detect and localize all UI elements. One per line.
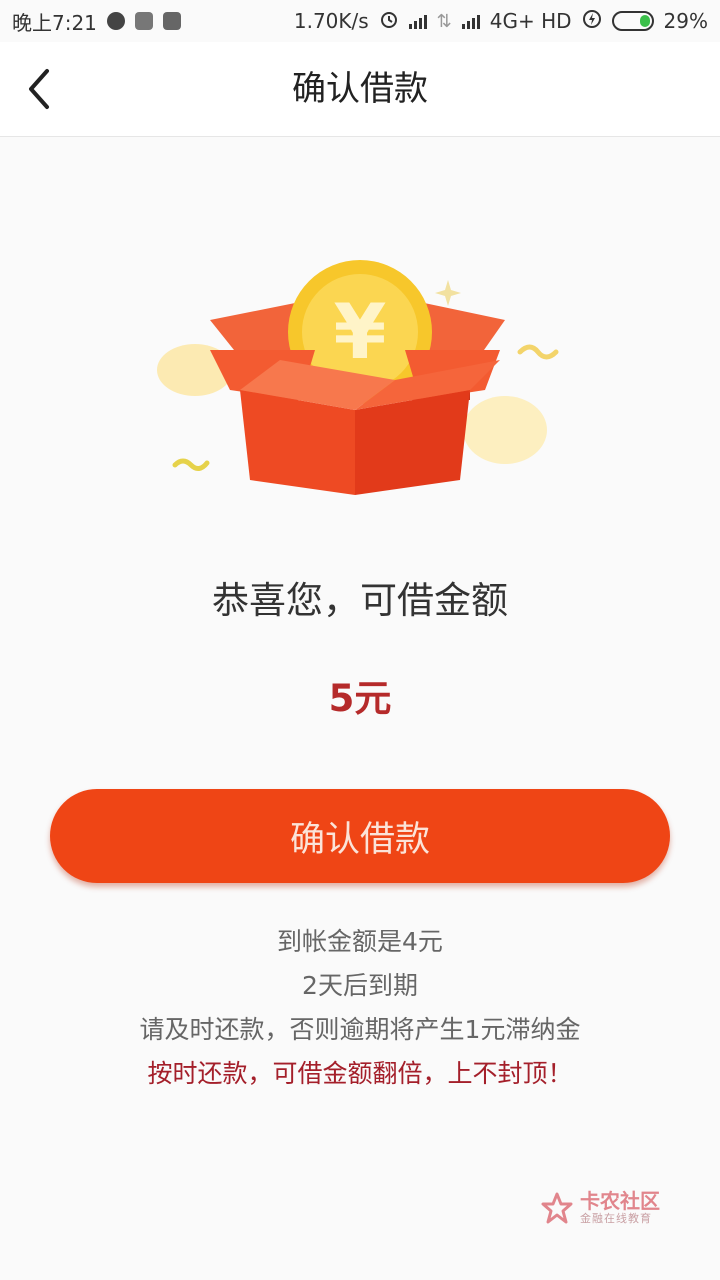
- gift-box-illustration: ¥: [140, 240, 580, 540]
- status-time: 晚上7:21: [12, 10, 97, 35]
- confirm-loan-button[interactable]: 确认借款: [50, 789, 670, 883]
- wechat-notification-icon: [134, 12, 153, 30]
- navigation-bar: 确认借款: [0, 42, 720, 137]
- charging-icon: [582, 9, 602, 34]
- watermark-sub: 金融在线教育: [580, 1212, 652, 1225]
- loan-amount: 5元: [328, 677, 392, 720]
- watermark-texts: 卡农社区 金融在线教育: [580, 1190, 660, 1226]
- watermark: 卡农社区 金融在线教育: [540, 1190, 660, 1226]
- kanong-logo-icon: [541, 1192, 573, 1224]
- status-right: 1.70K/s ⇅ 4G+ HD 29%: [294, 9, 708, 34]
- page-title: 确认借款: [292, 69, 428, 109]
- due-date-text: 2天后到期: [302, 971, 418, 1000]
- data-transfer-icon: ⇅: [436, 10, 452, 32]
- network-type: 4G+ HD: [489, 9, 572, 33]
- congrats-text: 恭喜您，可借金额: [212, 579, 508, 622]
- gift-box-image: ¥: [157, 260, 559, 495]
- alarm-icon: [379, 9, 399, 34]
- arrival-amount-text: 到帐金额是4元: [277, 927, 443, 956]
- loan-info: 到帐金额是4元 2天后到期 请及时还款，否则逾期将产生1元滞纳金 按时还款，可借…: [0, 920, 720, 1096]
- svg-text:¥: ¥: [334, 287, 387, 376]
- signal-icon-2: [461, 13, 480, 29]
- promo-text: 按时还款，可借金额翻倍，上不封顶！: [147, 1059, 573, 1088]
- signal-icon: [408, 13, 427, 29]
- app-notification-icon: [106, 12, 125, 30]
- battery-icon: [611, 11, 654, 31]
- network-speed: 1.70K/s: [293, 9, 369, 33]
- late-fee-text: 请及时还款，否则逾期将产生1元滞纳金: [139, 1015, 581, 1044]
- battery-level: 29%: [663, 9, 708, 33]
- watermark-name: 卡农社区: [580, 1189, 660, 1213]
- status-bar: 晚上7:21 1.70K/s ⇅ 4G+ HD 29%: [0, 0, 720, 42]
- status-left: 晚上7:21: [12, 7, 181, 36]
- gallery-notification-icon: [162, 12, 181, 30]
